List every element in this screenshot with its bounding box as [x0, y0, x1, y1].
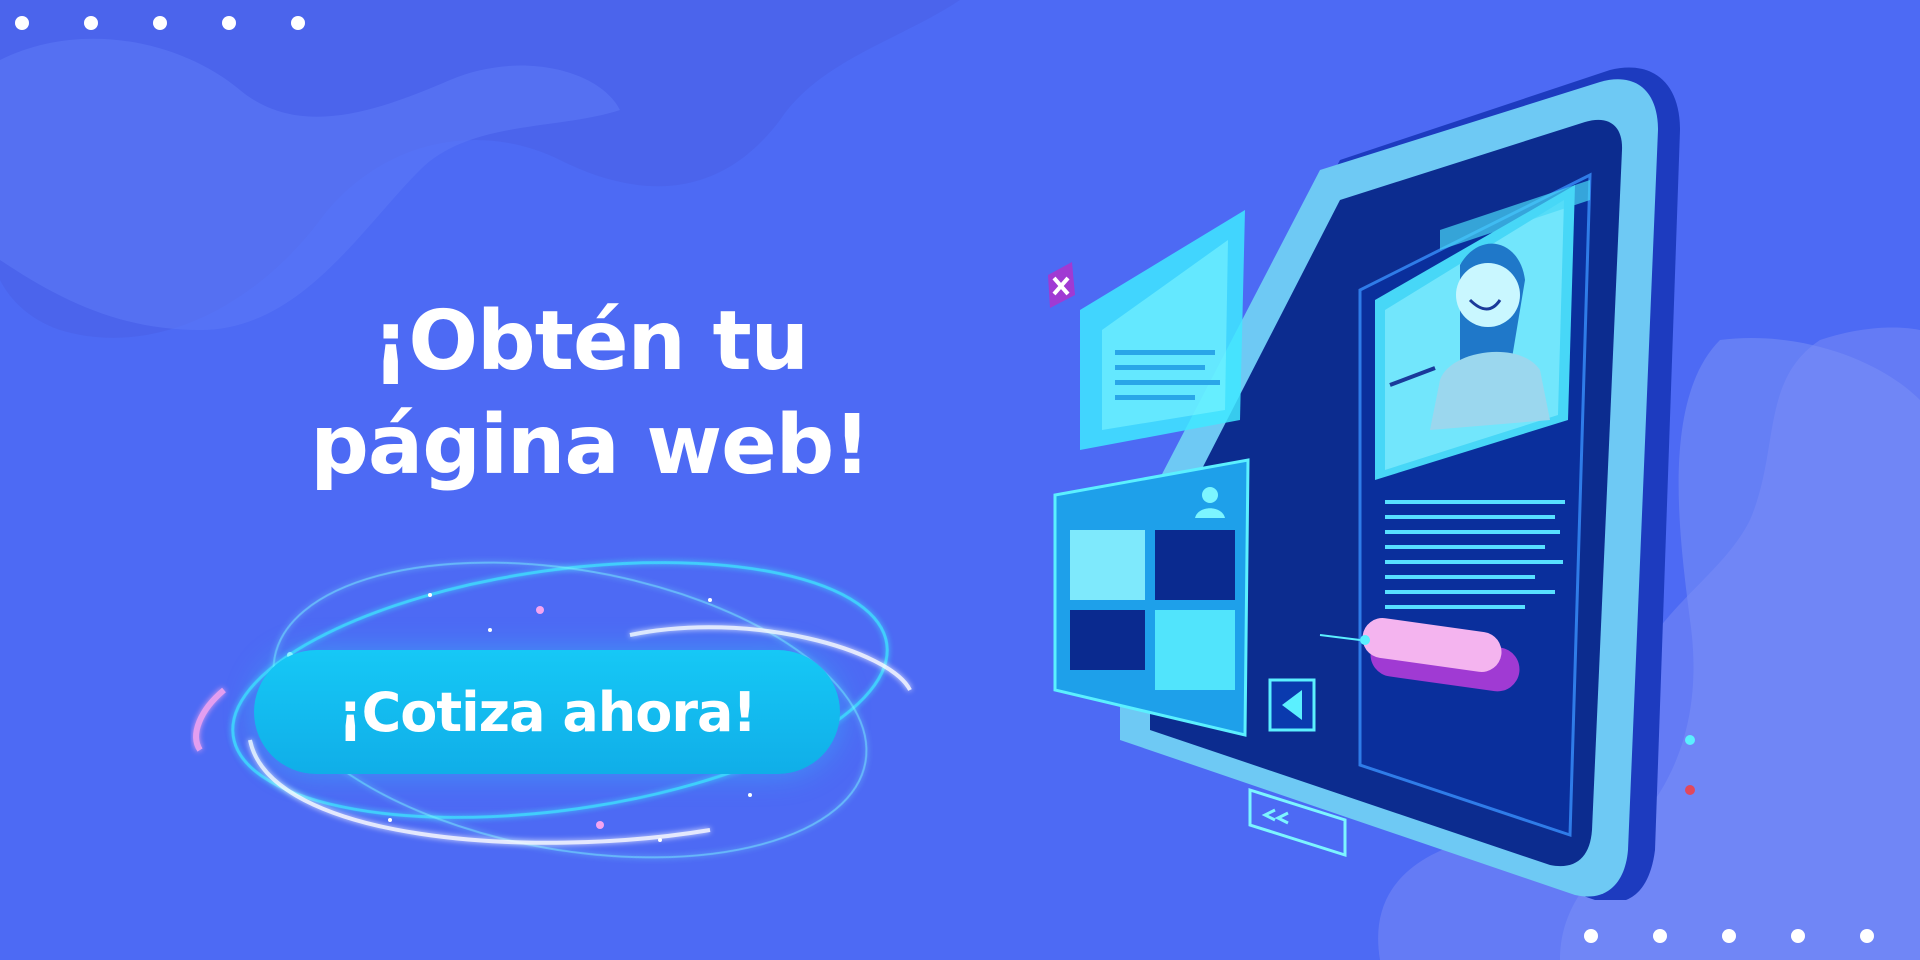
- headline-line-2: página web!: [310, 398, 871, 493]
- dot: [1653, 929, 1667, 943]
- website-monitor-illustration: [1048, 67, 1695, 900]
- dot: [222, 16, 236, 30]
- close-icon: [1048, 262, 1075, 308]
- headline: ¡Obtén tu página web!: [220, 290, 960, 498]
- dot: [1791, 929, 1805, 943]
- play-left-icon: [1268, 678, 1316, 732]
- dot: [84, 16, 98, 30]
- dot: [153, 16, 167, 30]
- quote-now-button[interactable]: ¡Cotiza ahora!: [254, 650, 840, 774]
- dot: [15, 16, 29, 30]
- dot: [1584, 929, 1598, 943]
- dot: [1860, 929, 1874, 943]
- dot: [1722, 929, 1736, 943]
- headline-line-1: ¡Obtén tu: [371, 294, 809, 389]
- cta-area: ¡Cotiza ahora!: [190, 540, 930, 870]
- dot: [291, 16, 305, 30]
